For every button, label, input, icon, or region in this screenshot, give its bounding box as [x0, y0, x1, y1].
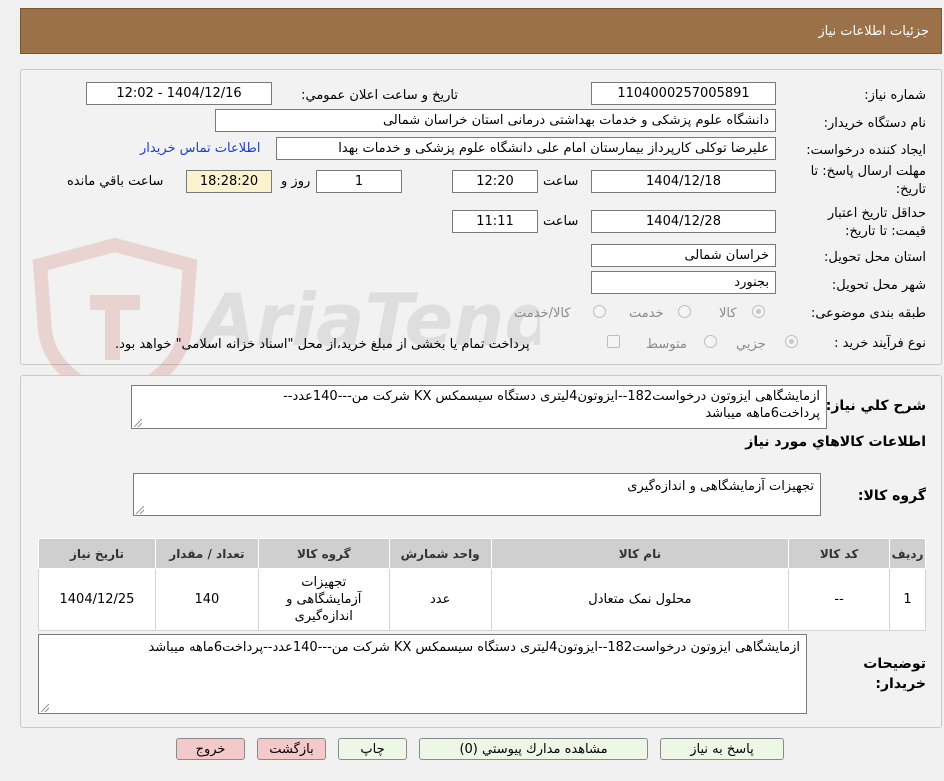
process-radio-medium[interactable] [704, 335, 717, 348]
requester-field: علیرضا توکلی کارپرداز بیمارستان امام علی… [276, 137, 776, 160]
cell-unit: عدد [388, 568, 492, 631]
category-label: طبقه بندی موضوعی: [810, 306, 926, 321]
cell-group: تجهیزات آزمایشگاهی و اندازه‌گیری [257, 568, 390, 631]
summary-label: شرح کلي نیاز: [825, 398, 926, 414]
cell-name: محلول نمک متعادل [490, 568, 790, 631]
need-number-field: 1104000257005891 [591, 82, 776, 105]
col-name: نام کالا [490, 538, 790, 569]
exit-button[interactable]: خروج [176, 738, 245, 760]
city-field: بجنورد [591, 271, 776, 294]
summary-textarea: ازمایشگاهی ایزوتون درخواست182--ایزوتون4ل… [131, 385, 827, 429]
process-option-medium: متوسط [646, 337, 687, 352]
page-header: جزئیات اطلاعات نیاز [20, 8, 942, 54]
col-row: ردیف [889, 538, 926, 569]
deadline-days-label: روز و [281, 174, 311, 189]
process-option-minor: جزیي [736, 337, 766, 352]
deadline-time-field: 12:20 [452, 170, 538, 193]
category-radio-goods-service[interactable] [593, 305, 606, 318]
page-title: جزئیات اطلاعات نیاز [818, 23, 929, 39]
cell-group-line-1: تجهیزات [301, 575, 347, 590]
buyer-org-field: دانشگاه علوم پزشکی و خدمات بهداشتی درمان… [215, 109, 776, 132]
need-number-label: شماره نیاز: [864, 88, 926, 103]
price-validity-time-field: 11:11 [452, 210, 538, 233]
category-radio-goods[interactable] [752, 305, 765, 318]
announce-datetime-field: 1404/12/16 - 12:02 [86, 82, 272, 105]
category-option-goods: کالا [719, 306, 737, 321]
process-type-label: نوع فرآیند خرید : [834, 336, 926, 351]
goods-group-value: تجهیزات آزمایشگاهی و اندازه‌گیری [627, 479, 814, 494]
deadline-time-label: ساعت [543, 174, 579, 189]
price-validity-label-line2: قیمت: تا تاریخ: [845, 224, 926, 239]
cell-date: 1404/12/25 [38, 568, 156, 631]
city-label: شهر محل تحویل: [831, 278, 926, 293]
buyer-contact-link[interactable]: اطلاعات تماس خریدار [140, 141, 260, 156]
buyer-notes-label-line2: خریدار: [875, 676, 926, 692]
buyer-notes-textarea: ازمایشگاهی ایزوتون درخواست182--ایزوتون4ل… [38, 634, 807, 714]
resize-grip-icon[interactable] [41, 704, 49, 712]
print-button[interactable]: چاپ [338, 738, 407, 760]
province-label: استان محل تحویل: [824, 250, 926, 265]
cell-row: 1 [889, 568, 926, 631]
cell-code: -- [788, 568, 891, 631]
col-qty: تعداد / مقدار [154, 538, 259, 569]
col-unit: واحد شمارش [388, 538, 492, 569]
treasury-payment-note: پرداخت تمام یا بخشی از مبلغ خرید،از محل … [115, 337, 530, 352]
reply-button[interactable]: پاسخ به نیاز [660, 738, 784, 760]
cell-group-line-3: اندازه‌گیری [294, 609, 353, 624]
price-validity-date-field: 1404/12/28 [591, 210, 776, 233]
deadline-date-field: 1404/12/18 [591, 170, 776, 193]
buyer-org-label: نام دستگاه خریدار: [823, 116, 926, 131]
table-row: 1 -- محلول نمک متعادل عدد تجهیزات آزمایش… [38, 568, 926, 631]
goods-group-label: گروه کالا: [857, 488, 926, 504]
col-group: گروه کالا [257, 538, 390, 569]
announce-datetime-label: تاریخ و ساعت اعلان عمومي: [301, 88, 458, 103]
cell-group-line-2: آزمایشگاهی و [286, 592, 362, 607]
attachments-button[interactable]: مشاهده مدارك پیوستي (0) [419, 738, 648, 760]
resize-grip-icon[interactable] [134, 419, 142, 427]
price-validity-time-label: ساعت [543, 214, 579, 229]
col-code: کد کالا [788, 538, 891, 569]
remaining-time-label: ساعت باقي مانده [67, 174, 164, 189]
cell-qty: 140 [154, 568, 259, 631]
goods-table-header: ردیف کد کالا نام کالا واحد شمارش گروه کا… [38, 538, 926, 569]
summary-line-1: ازمایشگاهی ایزوتون درخواست182--ایزوتون4ل… [283, 389, 820, 404]
buyer-notes-text: ازمایشگاهی ایزوتون درخواست182--ایزوتون4ل… [148, 640, 800, 655]
col-date: تاریخ نیاز [38, 538, 156, 569]
goods-table: ردیف کد کالا نام کالا واحد شمارش گروه کا… [38, 538, 926, 631]
buyer-notes-label-line1: توضیحات [863, 656, 926, 672]
goods-group-textarea: تجهیزات آزمایشگاهی و اندازه‌گیری [133, 473, 821, 516]
deadline-label-line2: تاریخ: [895, 182, 926, 197]
province-field: خراسان شمالی [591, 244, 776, 267]
deadline-days-field: 1 [316, 170, 402, 193]
price-validity-label-line1: حداقل تاریخ اعتبار [827, 206, 926, 221]
resize-grip-icon[interactable] [136, 506, 144, 514]
requester-label: ایجاد کننده درخواست: [806, 143, 926, 158]
goods-info-title: اطلاعات کالاهاي مورد نیاز [745, 434, 926, 450]
treasury-payment-checkbox[interactable] [607, 335, 620, 348]
back-button[interactable]: بازگشت [257, 738, 326, 760]
remaining-time-field: 18:28:20 [186, 170, 272, 193]
category-option-goods-service: کالا/خدمت [514, 306, 571, 321]
summary-line-2: پرداخت6ماهه میباشد [705, 406, 820, 421]
category-radio-service[interactable] [678, 305, 691, 318]
process-radio-minor[interactable] [785, 335, 798, 348]
category-option-service: خدمت [629, 306, 664, 321]
deadline-label-line1: مهلت ارسال پاسخ: تا [810, 164, 926, 179]
